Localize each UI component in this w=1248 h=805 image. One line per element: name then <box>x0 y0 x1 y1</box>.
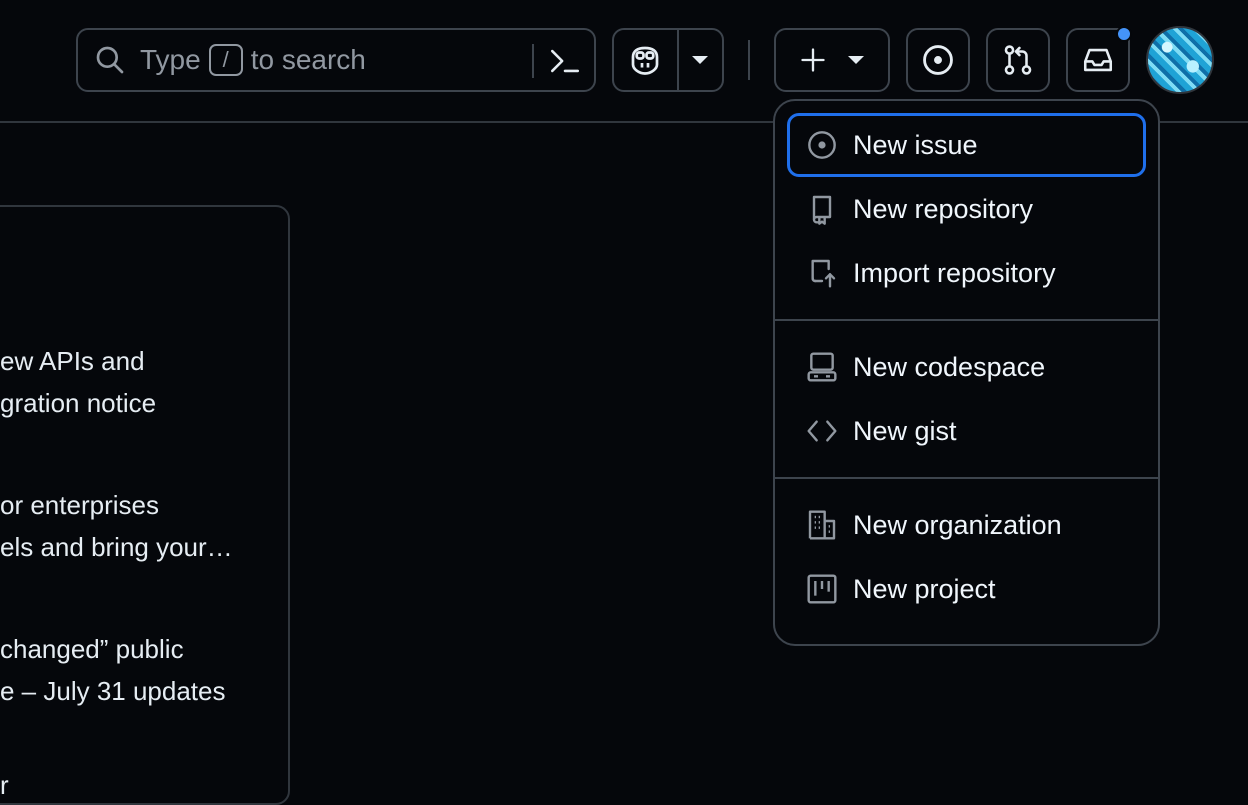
project-icon <box>805 572 839 606</box>
user-avatar[interactable] <box>1146 26 1214 94</box>
panel-text-line: els and bring your… <box>0 532 233 562</box>
issue-opened-icon <box>805 128 839 162</box>
menu-divider <box>775 477 1158 479</box>
search-icon <box>94 44 126 76</box>
panel-text-line: or enterprises <box>0 490 159 520</box>
copilot-button[interactable] <box>614 30 677 90</box>
issues-button[interactable] <box>906 28 970 92</box>
copilot-icon <box>627 43 663 77</box>
repo-icon <box>805 192 839 226</box>
header-separator <box>748 40 750 80</box>
menu-item-import-repository[interactable]: Import repository <box>787 241 1146 305</box>
menu-item-new-gist[interactable]: New gist <box>787 399 1146 463</box>
menu-item-label: New issue <box>853 129 978 160</box>
menu-item-new-project[interactable]: New project <box>787 557 1146 621</box>
menu-item-label: New organization <box>853 509 1062 540</box>
git-pull-request-icon <box>1001 43 1035 77</box>
menu-item-label: Import repository <box>853 257 1056 288</box>
organization-icon <box>805 508 839 542</box>
menu-item-new-repository[interactable]: New repository <box>787 177 1146 241</box>
panel-text-line: ew APIs and <box>0 346 145 376</box>
create-new-button[interactable] <box>774 28 890 92</box>
menu-item-label: New codespace <box>853 351 1046 382</box>
menu-divider <box>775 319 1158 321</box>
pull-requests-button[interactable] <box>986 28 1050 92</box>
panel-text-line: changed” public <box>0 634 184 664</box>
copilot-dropdown-button[interactable] <box>679 30 722 90</box>
search-suffix-label: to search <box>250 44 366 75</box>
menu-item-label: New repository <box>853 193 1034 224</box>
copilot-button-group <box>612 28 724 92</box>
triangle-down-icon <box>691 55 709 65</box>
search-shortcut-key: / <box>208 44 243 76</box>
menu-item-label: New gist <box>853 415 957 446</box>
inbox-icon <box>1081 43 1115 77</box>
codespaces-icon <box>805 350 839 384</box>
menu-item-new-organization[interactable]: New organization <box>787 493 1146 557</box>
triangle-down-icon <box>847 55 865 65</box>
search-input[interactable]: Type / to search <box>76 28 596 92</box>
create-new-menu: New issue New repository Import reposito… <box>773 99 1160 646</box>
command-palette-icon[interactable] <box>548 44 582 78</box>
notification-indicator <box>1116 26 1132 42</box>
menu-item-label: New project <box>853 573 996 604</box>
search-divider <box>532 44 534 78</box>
panel-text-line: e – July 31 updates <box>0 676 226 706</box>
search-type-label: Type <box>140 44 201 75</box>
menu-item-new-codespace[interactable]: New codespace <box>787 335 1146 399</box>
code-icon <box>805 414 839 448</box>
plus-icon <box>799 46 827 74</box>
menu-item-new-issue[interactable]: New issue <box>787 113 1146 177</box>
issue-opened-icon <box>921 43 955 77</box>
panel-text-line: gration notice <box>0 388 157 418</box>
search-placeholder: Type / to search <box>140 44 366 76</box>
repo-push-icon <box>805 256 839 290</box>
